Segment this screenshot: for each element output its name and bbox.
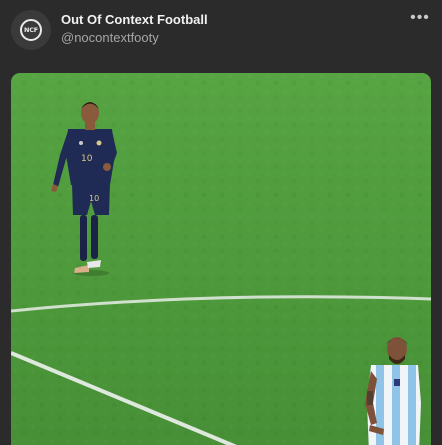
avatar[interactable]: NCF xyxy=(11,10,51,50)
more-options-button[interactable]: ••• xyxy=(408,10,432,30)
shorts-number: 10 xyxy=(89,194,99,203)
post-header: NCF Out Of Context Football @nocontextfo… xyxy=(0,0,442,62)
shirt-number: 10 xyxy=(81,154,93,164)
avatar-logo-text: NCF xyxy=(23,26,39,34)
post-image[interactable]: 10 10 xyxy=(11,73,431,445)
author-name[interactable]: Out Of Context Football xyxy=(61,12,208,27)
ncf-logo-icon: NCF xyxy=(20,19,42,41)
football-pitch-photo: 10 10 xyxy=(11,73,431,445)
post-card: NCF Out Of Context Football @nocontextfo… xyxy=(0,0,442,445)
more-horizontal-icon: ••• xyxy=(410,9,430,26)
author-handle[interactable]: @nocontextfooty xyxy=(61,30,159,45)
